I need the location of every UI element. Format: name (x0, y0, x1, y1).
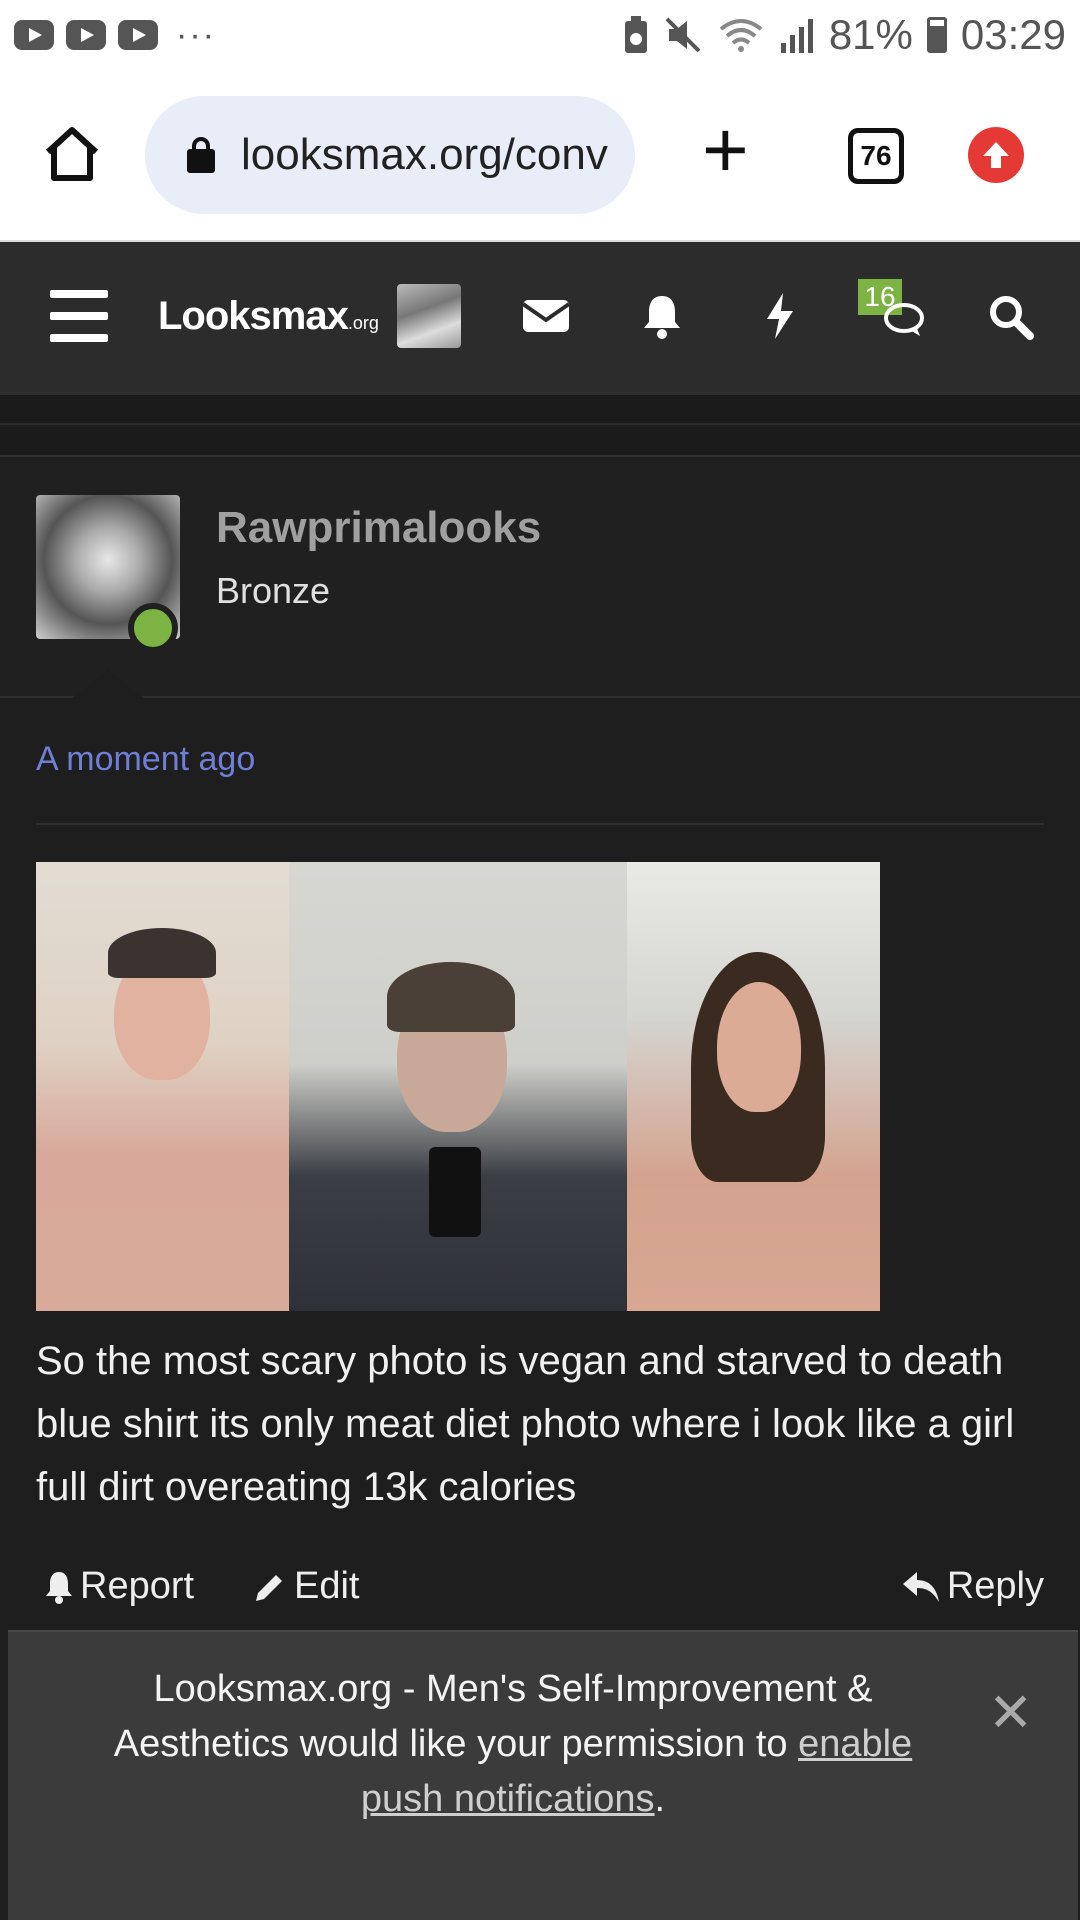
reply-icon (902, 1571, 939, 1602)
search-icon[interactable] (982, 288, 1038, 344)
report-label: Report (80, 1565, 195, 1607)
photo-left (36, 862, 289, 1311)
notification-icons: ··· (14, 16, 216, 54)
user-rank: Bronze (216, 570, 331, 611)
edit-button[interactable]: Edit (252, 1565, 359, 1608)
conversations-icon[interactable] (872, 288, 928, 344)
page: ··· 81% 03:29 looksmax.org/conv + 76 Loo… (0, 0, 1080, 1920)
more-notifications-icon: ··· (176, 16, 216, 54)
youtube-notification-icon (118, 20, 158, 50)
battery-percent: 81% (828, 11, 913, 58)
lightning-icon[interactable] (752, 288, 808, 344)
post-actions: Report Edit Reply (36, 1565, 1044, 1619)
push-notification-banner: Looksmax.org - Men's Self-Improvement & … (8, 1630, 1078, 1920)
system-icons: 81% 03:29 (623, 11, 1066, 59)
edit-label: Edit (294, 1565, 360, 1607)
photo-middle (289, 862, 627, 1311)
browser-toolbar: looksmax.org/conv + 76 (0, 70, 1080, 242)
lock-icon (187, 137, 215, 173)
youtube-notification-icon (66, 20, 106, 50)
menu-icon[interactable] (50, 290, 108, 342)
header-divider (0, 395, 1080, 425)
site-header: Looksmax.org 16 (0, 242, 1080, 395)
report-button[interactable]: Report (44, 1565, 194, 1608)
reply-button[interactable]: Reply (901, 1565, 1044, 1608)
close-icon[interactable]: ✕ (988, 1686, 1033, 1740)
header-divider (0, 427, 1080, 457)
bell-icon (46, 1571, 72, 1604)
message-pointer (70, 670, 146, 700)
account-avatar[interactable] (397, 284, 461, 348)
tab-switcher-button[interactable]: 76 (848, 128, 904, 184)
clock: 03:29 (960, 11, 1066, 58)
post-timestamp[interactable]: A moment ago (36, 740, 255, 779)
signal-icon (780, 19, 813, 53)
reply-label: Reply (946, 1565, 1044, 1607)
battery-saver-icon (624, 16, 647, 53)
update-button[interactable] (968, 127, 1024, 183)
address-bar[interactable]: looksmax.org/conv (145, 96, 635, 214)
bell-icon[interactable] (634, 288, 690, 344)
logo-suffix: .org (347, 313, 379, 333)
push-notice-message: Looksmax.org - Men's Self-Improvement & … (113, 1668, 873, 1765)
inbox-icon[interactable] (518, 288, 574, 344)
username[interactable]: Rawprimalooks (216, 503, 541, 553)
photo-right (627, 862, 880, 1311)
new-tab-button[interactable]: + (702, 110, 749, 190)
url-text: looksmax.org/conv (241, 130, 608, 179)
mute-icon (665, 17, 701, 53)
battery-icon (926, 17, 947, 53)
pencil-icon (256, 1574, 282, 1601)
youtube-notification-icon (14, 20, 54, 50)
divider (36, 823, 1044, 825)
home-icon[interactable] (40, 122, 104, 186)
online-status-icon (128, 603, 178, 653)
status-bar: ··· 81% 03:29 (0, 0, 1080, 70)
wifi-icon (719, 19, 763, 52)
arrow-up-icon (983, 142, 1009, 168)
post-body: So the most scary photo is vegan and sta… (36, 1339, 1015, 1509)
logo-main: Looksmax (158, 294, 349, 338)
push-notice-period: . (654, 1778, 666, 1820)
site-logo[interactable]: Looksmax.org (158, 294, 379, 339)
post-author: Rawprimalooks Bronze (0, 458, 1080, 700)
push-notice-text: Looksmax.org - Men's Self-Improvement & … (68, 1662, 958, 1827)
post-image[interactable] (36, 862, 880, 1311)
